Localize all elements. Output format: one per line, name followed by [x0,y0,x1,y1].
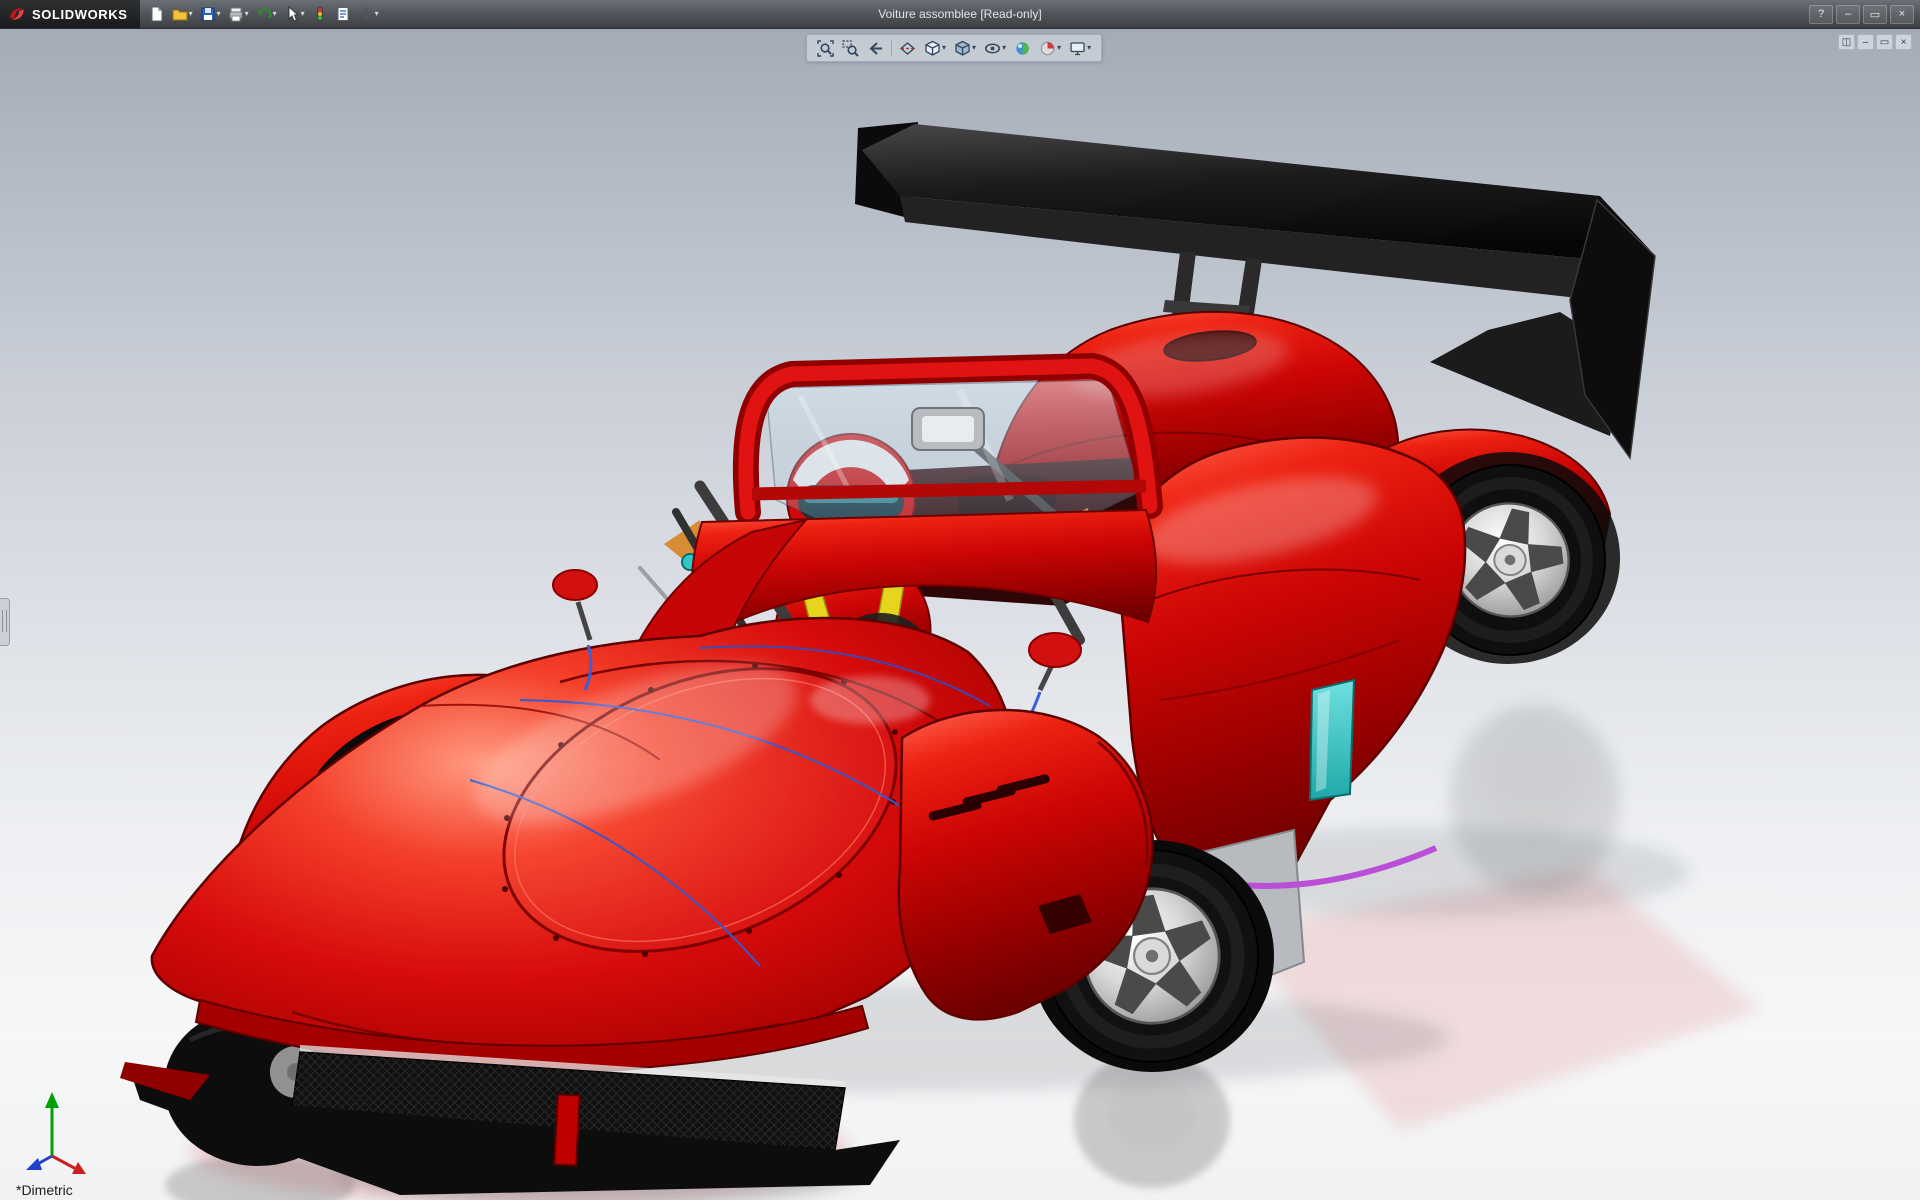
apply-scene-button[interactable]: ▾ [1036,37,1064,59]
help-button[interactable]: ? [1809,4,1833,24]
feature-manager-splitter[interactable] [0,598,10,646]
dropdown-caret[interactable]: ▾ [1087,44,1091,52]
view-orientation-button[interactable]: ▾ [921,37,949,59]
right-mirror [1028,632,1082,668]
restore-document-button[interactable]: ▭ [1876,34,1893,50]
open-folder-icon [172,9,188,21]
zoom-to-fit-icon [817,39,834,57]
y-axis-arrow [45,1092,59,1108]
3ds-swirl-icon [10,8,24,20]
view-orientation-label: *Dimetric [16,1182,73,1198]
view-orientation-cube-icon [925,40,940,56]
display-style-button[interactable]: ▾ [951,37,979,59]
open-button[interactable]: ▾ [169,2,196,26]
graphics-viewport[interactable]: ▾ ▾ ▾ ▾ ▾ ◫ – ▭ × *Dimetric [0,28,1920,1200]
titlebar-toolbar: ▾ ▾ ▾ ▾ ▾ ▾ [140,2,388,26]
dropdown-caret[interactable]: ▾ [273,10,277,18]
traffic-light-icon [316,7,323,21]
dropdown-caret[interactable]: ▾ [301,10,305,18]
zoom-to-area-button[interactable] [839,37,862,59]
printer-icon [229,7,243,22]
file-properties-icon [337,7,349,21]
close-button[interactable]: × [1890,4,1914,24]
heads-up-view-toolbar: ▾ ▾ ▾ ▾ ▾ [806,34,1103,62]
left-mirror [552,569,598,601]
dropdown-caret[interactable]: ▾ [972,44,976,52]
minimize-document-button[interactable]: – [1857,34,1874,50]
save-button[interactable]: ▾ [197,2,224,26]
document-pane-controls: ◫ – ▭ × [1838,34,1912,50]
hide-show-items-button[interactable]: ▾ [981,37,1009,59]
section-view-button[interactable] [896,37,919,59]
options-gear-icon [359,7,373,21]
orientation-triad[interactable] [12,1086,98,1178]
dropdown-caret[interactable]: ▾ [245,10,249,18]
restore-button[interactable]: ▭ [1863,4,1887,24]
select-button[interactable]: ▾ [281,2,308,26]
dropdown-caret[interactable]: ▾ [942,44,946,52]
undo-arrow-icon [257,8,272,19]
rebuild-button[interactable] [309,2,331,26]
toolbar-separator [891,40,893,56]
file-properties-button[interactable] [332,2,354,26]
view-settings-icon [1070,41,1085,55]
z-axis-arrow [26,1158,42,1170]
titlebar: SOLIDWORKS ▾ ▾ ▾ ▾ ▾ ▾ Voiture assomblee… [0,0,1920,29]
display-style-icon [955,40,970,56]
dropdown-caret[interactable]: ▾ [217,10,221,18]
window-controls: ? – ▭ × [1809,4,1920,24]
solidworks-logo: SOLIDWORKS [0,0,140,28]
zoom-to-fit-button[interactable] [814,37,837,59]
previous-view-button[interactable] [864,37,887,59]
select-cursor-icon [288,6,299,22]
options-button[interactable]: ▾ [355,2,382,26]
minimize-button[interactable]: – [1836,4,1860,24]
center-pylon [553,1093,581,1167]
previous-view-icon [869,41,883,55]
section-view-icon [899,41,916,55]
dropdown-caret[interactable]: ▾ [1057,44,1061,52]
eye-icon [985,43,1001,53]
edit-appearance-button[interactable] [1011,37,1034,59]
appearance-ball-icon [1016,41,1029,55]
solidworks-window: { "titlebar": { "brand": "SOLIDWORKS", "… [0,0,1920,1200]
split-pane-button[interactable]: ◫ [1838,34,1855,50]
zoom-to-area-icon [842,39,859,57]
close-document-button[interactable]: × [1895,34,1912,50]
save-floppy-icon [201,7,215,21]
dropdown-caret[interactable]: ▾ [189,10,193,18]
print-button[interactable]: ▾ [225,2,252,26]
dropdown-caret[interactable]: ▾ [375,10,379,18]
brand-name: SOLIDWORKS [32,6,128,22]
new-button[interactable] [146,2,168,26]
view-settings-button[interactable]: ▾ [1066,37,1094,59]
dropdown-caret[interactable]: ▾ [1002,44,1006,52]
car-model-3d-view[interactable] [0,28,1920,1200]
new-document-icon [151,6,163,22]
undo-button[interactable]: ▾ [253,2,280,26]
scene-ball-icon [1040,41,1055,55]
